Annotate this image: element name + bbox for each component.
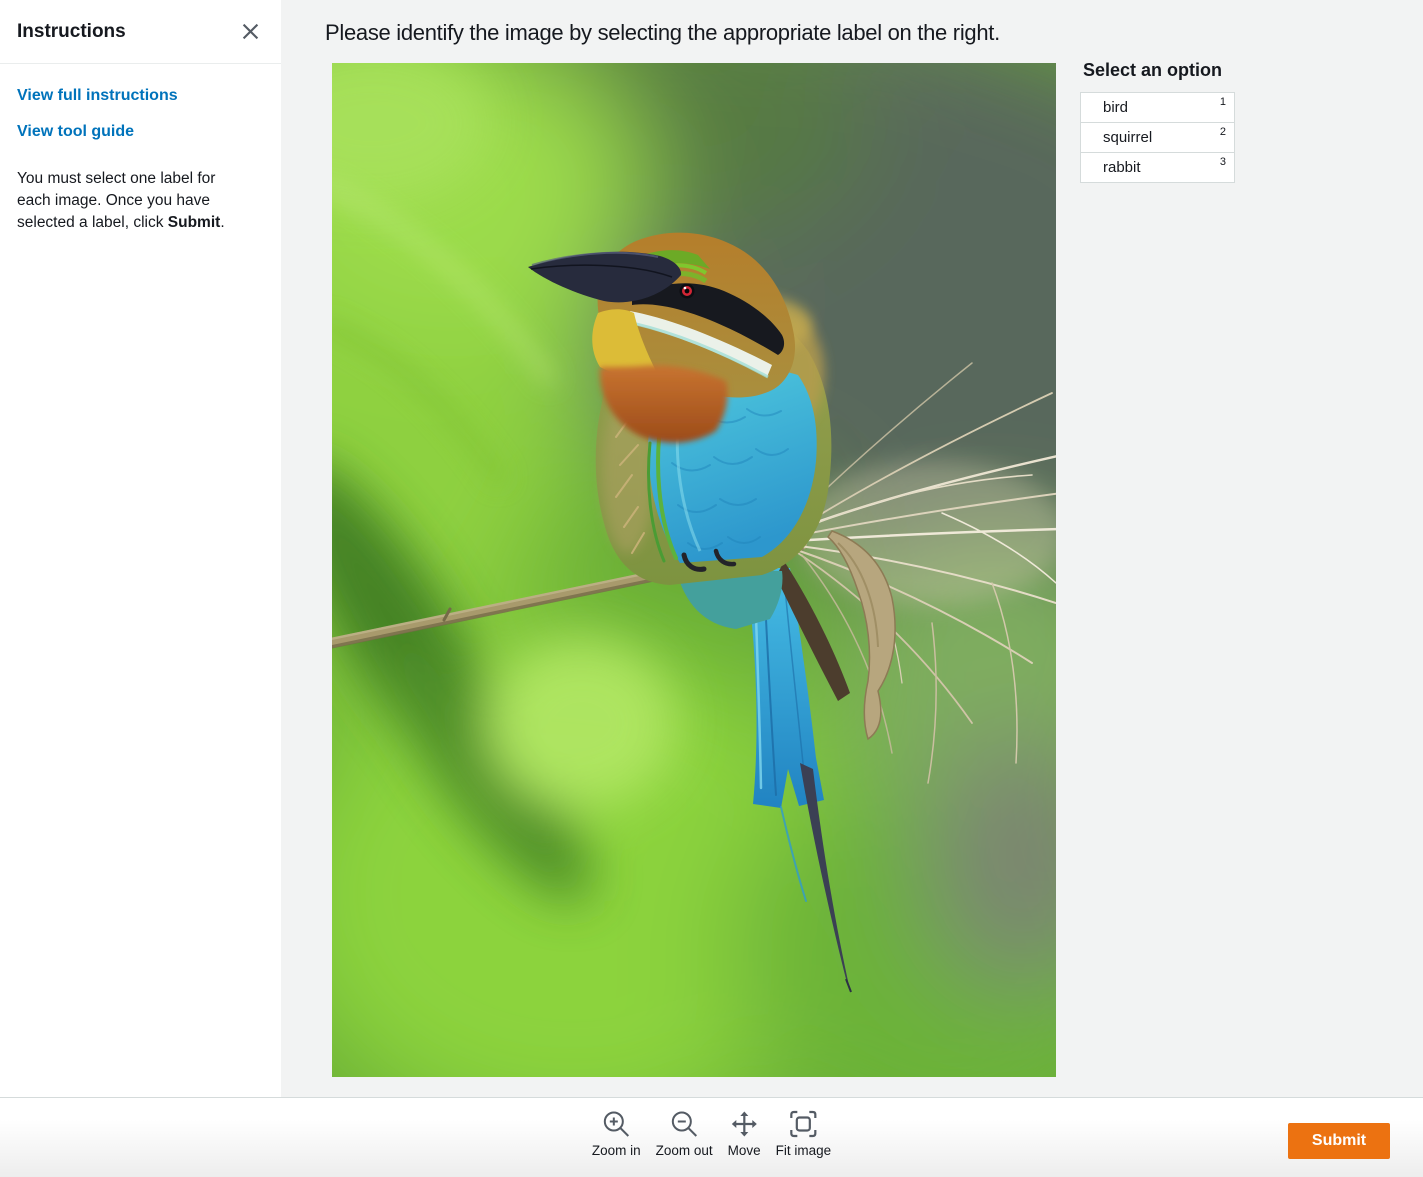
task-prompt: Please identify the image by selecting t…: [325, 20, 1000, 46]
options-panel: Select an option bird 1 squirrel 2 rabbi…: [1080, 60, 1235, 183]
move-icon: [728, 1108, 760, 1140]
option-label: squirrel: [1103, 129, 1152, 146]
option-rabbit[interactable]: rabbit 3: [1080, 152, 1235, 183]
footer-toolbar: Zoom in Zoom out Move: [0, 1097, 1423, 1177]
sidebar-body: View full instructions View tool guide Y…: [0, 64, 281, 234]
fit-image-tool[interactable]: Fit image: [776, 1108, 832, 1158]
option-shortcut: 2: [1220, 126, 1226, 138]
sidebar-header: Instructions: [0, 0, 281, 64]
options-list: bird 1 squirrel 2 rabbit 3: [1080, 92, 1235, 183]
tool-label: Zoom out: [656, 1143, 713, 1158]
zoom-in-tool[interactable]: Zoom in: [592, 1108, 641, 1158]
sidebar-title: Instructions: [17, 21, 126, 43]
task-area: Please identify the image by selecting t…: [281, 0, 1423, 1097]
tool-label: Zoom in: [592, 1143, 641, 1158]
zoom-in-icon: [600, 1108, 632, 1140]
instructions-sidebar: Instructions View full instructions View…: [0, 0, 281, 1097]
image-tools: Zoom in Zoom out Move: [592, 1108, 831, 1158]
option-squirrel[interactable]: squirrel 2: [1080, 122, 1235, 153]
note-bold: Submit: [168, 214, 221, 231]
options-heading: Select an option: [1083, 60, 1235, 81]
tool-label: Fit image: [776, 1143, 832, 1158]
fit-image-icon: [787, 1108, 819, 1140]
move-tool[interactable]: Move: [728, 1108, 761, 1158]
option-shortcut: 1: [1220, 96, 1226, 108]
view-full-instructions-link[interactable]: View full instructions: [17, 87, 264, 105]
task-image[interactable]: [332, 63, 1056, 1077]
instructions-note: You must select one label for each image…: [17, 168, 250, 234]
bird-photo-illustration: [332, 63, 1056, 1077]
submit-button[interactable]: Submit: [1288, 1123, 1390, 1159]
close-icon: [242, 23, 259, 40]
tool-label: Move: [728, 1143, 761, 1158]
view-tool-guide-link[interactable]: View tool guide: [17, 123, 264, 141]
note-period: .: [220, 214, 224, 231]
option-label: bird: [1103, 99, 1128, 116]
option-label: rabbit: [1103, 159, 1141, 176]
zoom-out-tool[interactable]: Zoom out: [656, 1108, 713, 1158]
zoom-out-icon: [668, 1108, 700, 1140]
close-button[interactable]: [239, 21, 261, 43]
option-bird[interactable]: bird 1: [1080, 92, 1235, 123]
labeling-app: Instructions View full instructions View…: [0, 0, 1423, 1177]
option-shortcut: 3: [1220, 156, 1226, 168]
